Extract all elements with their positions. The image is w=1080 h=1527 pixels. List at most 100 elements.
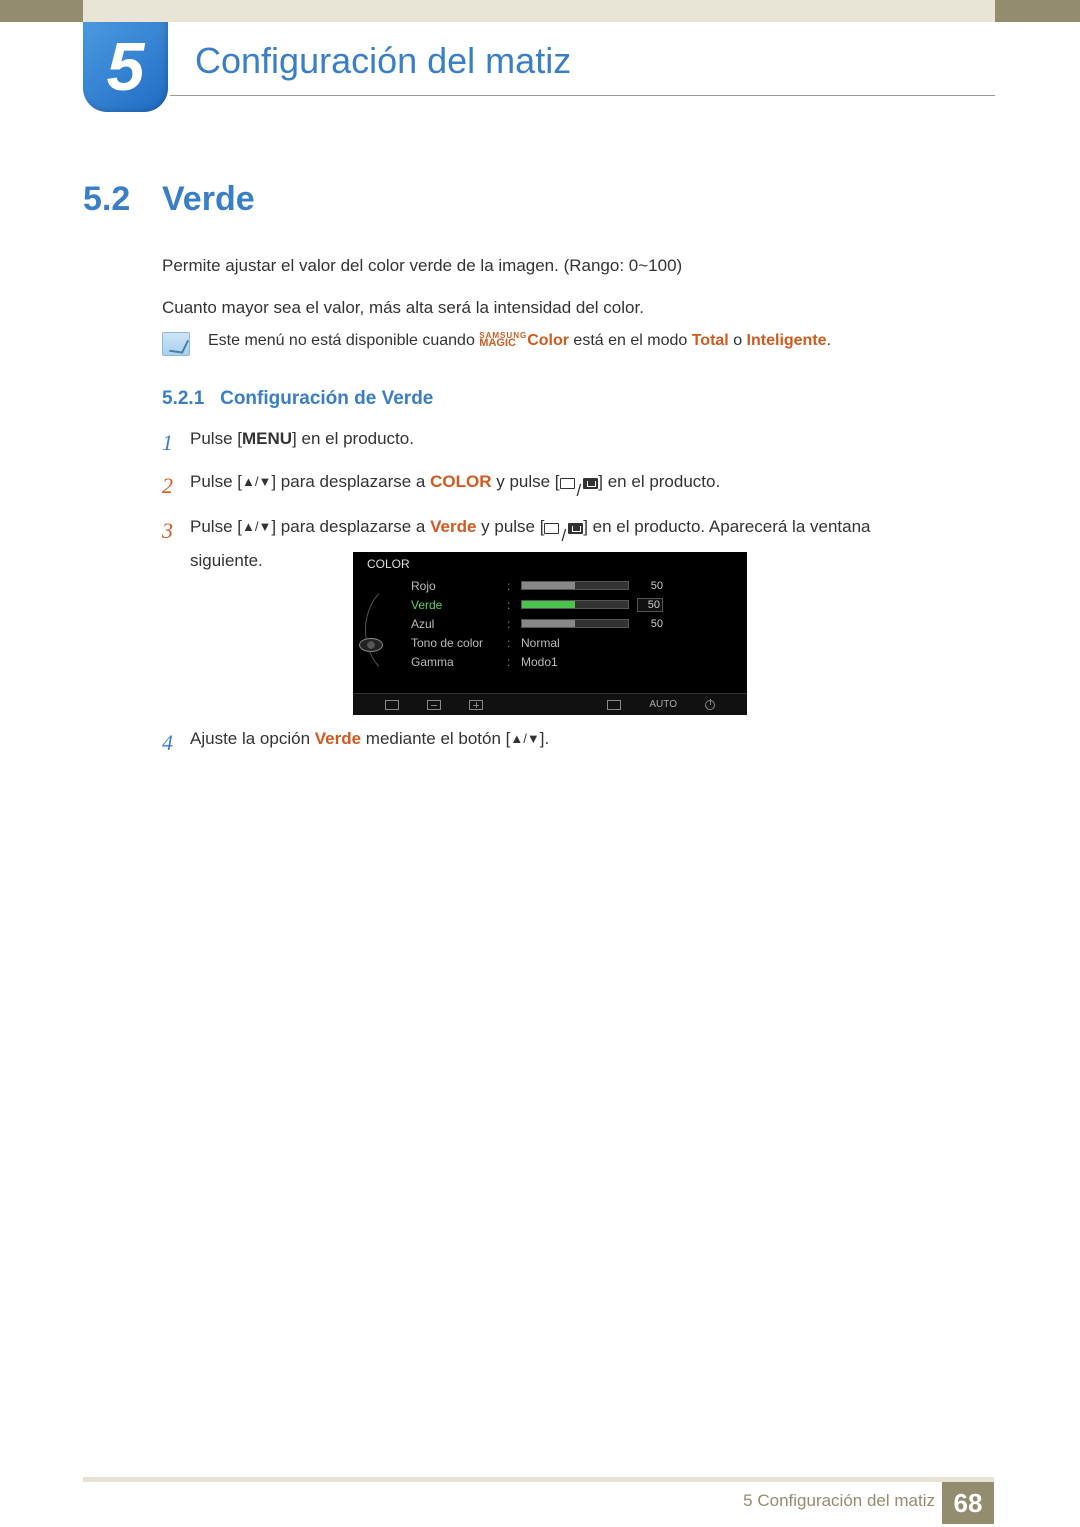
subsection-title: Configuración de Verde	[220, 388, 433, 409]
osd-auto-label: AUTO	[649, 699, 677, 710]
osd-bar-fill-azul	[522, 620, 575, 627]
osd-colon: :	[507, 636, 513, 650]
step-2: 2 Pulse [▲/▼] para desplazarse a COLOR y…	[162, 469, 962, 504]
updown-icon: ▲/▼	[242, 517, 271, 537]
osd-val-gamma: Modo1	[521, 655, 558, 669]
osd-title: COLOR	[353, 552, 747, 573]
note-mode-inteligente: Inteligente	[747, 332, 827, 349]
subsection-heading: 5.2.1 Configuración de Verde	[162, 388, 433, 410]
note-mode-total: Total	[692, 332, 729, 349]
section-title: Verde	[162, 180, 255, 219]
step-1-post: ] en el producto.	[292, 429, 414, 448]
step-2-mid2: y pulse [	[492, 472, 560, 491]
note-mid: está en el modo	[573, 332, 691, 349]
note-icon	[162, 332, 190, 356]
step-4-mid: mediante el botón [	[361, 729, 510, 748]
step-1-num: 1	[162, 426, 190, 459]
footer-rule	[83, 1477, 994, 1482]
osd-label-azul: Azul	[411, 617, 499, 631]
brand-bottom: MAGIC	[479, 337, 516, 349]
enter-icons: /	[544, 523, 583, 549]
step-4-num: 4	[162, 726, 190, 759]
osd-row-tono: Tono de color : Normal	[411, 633, 747, 652]
footer-page-number: 68	[942, 1482, 994, 1524]
step-4: 4 Ajuste la opción Verde mediante el bot…	[162, 726, 962, 769]
osd-plus-icon	[469, 700, 483, 710]
step-3-mid3: ] en el producto. Aparecerá la ventana	[583, 517, 870, 536]
osd-val-rojo: 50	[637, 580, 663, 592]
osd-source-icon	[607, 700, 621, 710]
step-1-pre: Pulse [	[190, 429, 242, 448]
osd-val-tono: Normal	[521, 636, 560, 650]
updown-icon: ▲/▼	[242, 472, 271, 492]
note-or: o	[733, 332, 746, 349]
rect-icon	[560, 478, 575, 489]
osd-back-icon	[385, 700, 399, 710]
brand-suffix: Color	[527, 332, 569, 349]
paragraph-intensity: Cuanto mayor sea el valor, más alta será…	[162, 296, 962, 321]
step-3-num: 3	[162, 514, 190, 547]
osd-body: Rojo : 50 Verde : 50 Azul : 50 Tono de c…	[353, 576, 747, 693]
rect-icon	[544, 523, 559, 534]
osd-val-verde: 50	[637, 598, 663, 612]
osd-bar-rojo	[521, 581, 629, 590]
osd-row-azul: Azul : 50	[411, 614, 747, 633]
note-end: .	[827, 332, 831, 349]
footer-chapter-text: 5 Configuración del matiz	[743, 1491, 935, 1511]
step-2-pre: Pulse [	[190, 472, 242, 491]
osd-bar-fill-rojo	[522, 582, 575, 589]
osd-arc-decor	[365, 580, 409, 680]
section-number: 5.2	[83, 180, 130, 219]
osd-val-azul: 50	[637, 618, 663, 630]
osd-row-verde: Verde : 50	[411, 595, 747, 614]
step-2-num: 2	[162, 469, 190, 502]
samsung-magic-brand: SAMSUNG MAGIC	[479, 332, 527, 349]
step-3-tail: siguiente.	[190, 551, 263, 570]
step-1-text: Pulse [MENU] en el producto.	[190, 426, 414, 452]
osd-bar-verde	[521, 600, 629, 609]
note-text: Este menú no está disponible cuando SAMS…	[208, 332, 831, 350]
note-pre: Este menú no está disponible cuando	[208, 332, 479, 349]
osd-row-gamma: Gamma : Modo1	[411, 652, 747, 671]
step-3-mid1: ] para desplazarse a	[271, 517, 430, 536]
enter-icon	[583, 478, 598, 489]
chapter-title: Configuración del matiz	[195, 40, 571, 82]
osd-bar-fill-verde	[522, 601, 575, 608]
osd-label-rojo: Rojo	[411, 579, 499, 593]
osd-row-rojo: Rojo : 50	[411, 576, 747, 595]
osd-label-gamma: Gamma	[411, 655, 499, 669]
osd-colon: :	[507, 617, 513, 631]
osd-label-tono: Tono de color	[411, 636, 499, 650]
osd-label-verde: Verde	[411, 598, 499, 612]
step-3-pre: Pulse [	[190, 517, 242, 536]
chapter-rule	[170, 95, 995, 96]
step-1: 1 Pulse [MENU] en el producto.	[162, 426, 962, 459]
osd-eye-icon	[359, 638, 383, 652]
osd-colon: :	[507, 579, 513, 593]
step-4-post: ].	[540, 729, 549, 748]
chapter-number-badge: 5	[83, 22, 168, 112]
step-2-mid1: ] para desplazarse a	[271, 472, 430, 491]
osd-footer: AUTO	[353, 693, 747, 715]
osd-colon: :	[507, 655, 513, 669]
osd-bar-azul	[521, 619, 629, 628]
step-3-mid2: y pulse [	[476, 517, 544, 536]
osd-minus-icon	[427, 700, 441, 710]
top-bar-light	[83, 0, 995, 22]
updown-icon: ▲/▼	[510, 729, 539, 749]
menu-key: MENU	[242, 429, 292, 448]
osd-window: COLOR Rojo : 50 Verde : 50 Azul : 50 Ton…	[353, 552, 747, 715]
paragraph-range: Permite ajustar el valor del color verde…	[162, 254, 962, 279]
osd-power-icon	[705, 700, 715, 710]
step-4-keyword: Verde	[315, 729, 361, 748]
step-2-post: ] en el producto.	[598, 472, 720, 491]
step-4-pre: Ajuste la opción	[190, 729, 315, 748]
note-row: Este menú no está disponible cuando SAMS…	[162, 332, 962, 356]
step-2-keyword: COLOR	[430, 472, 491, 491]
step-2-text: Pulse [▲/▼] para desplazarse a COLOR y p…	[190, 469, 720, 504]
page-footer: 5 Configuración del matiz 68	[0, 1477, 1080, 1527]
step-4-text: Ajuste la opción Verde mediante el botón…	[190, 726, 549, 752]
subsection-number: 5.2.1	[162, 388, 204, 409]
step-3-keyword: Verde	[430, 517, 476, 536]
osd-colon: :	[507, 598, 513, 612]
